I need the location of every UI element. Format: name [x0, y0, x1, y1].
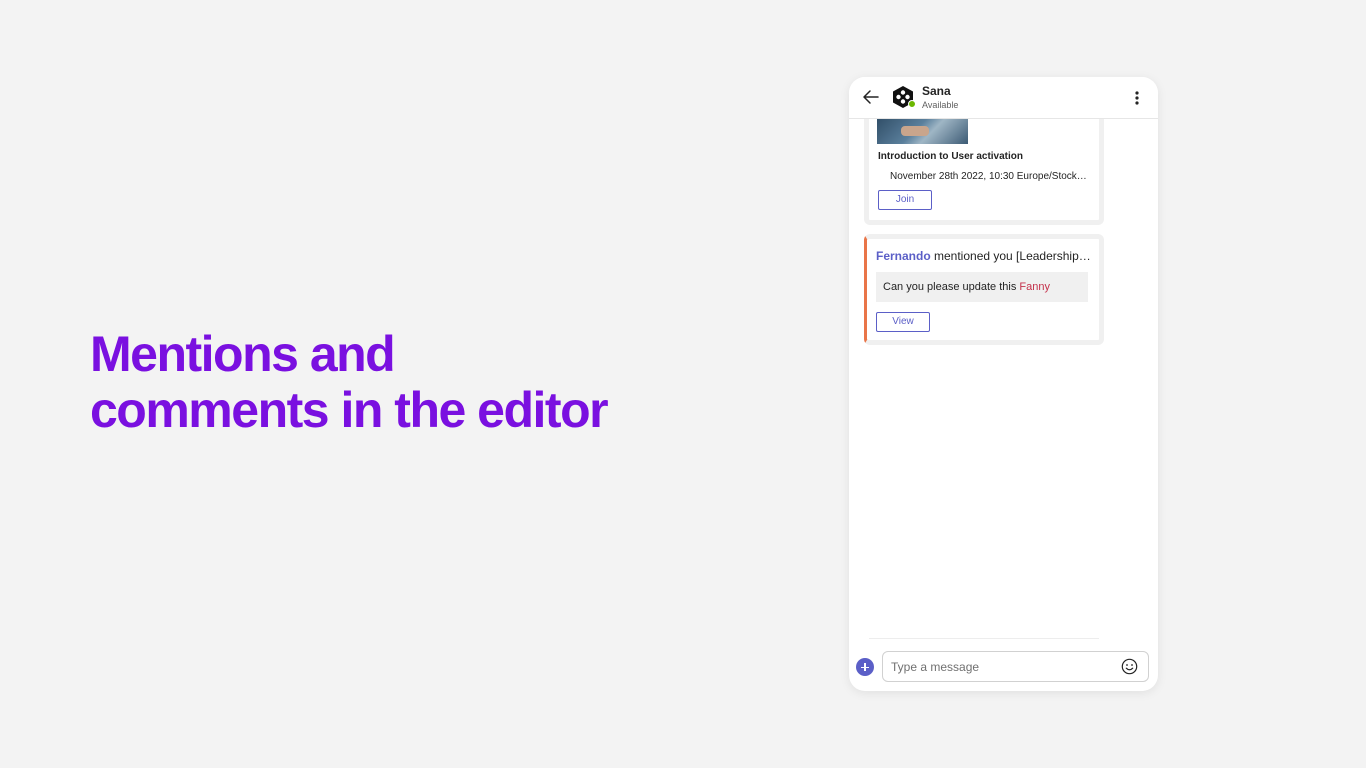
message-composer: [882, 651, 1149, 682]
emoji-icon[interactable]: [1121, 658, 1138, 675]
view-button[interactable]: View: [876, 312, 930, 332]
arrow-left-icon[interactable]: [861, 87, 881, 107]
meeting-title: Introduction to User activation: [878, 151, 1024, 162]
compose-divider: [869, 638, 1099, 639]
plus-circle-icon[interactable]: [856, 658, 874, 676]
quote-mention: Fanny: [1019, 281, 1050, 293]
mention-quote: Can you please update this Fanny: [876, 272, 1088, 302]
mention-text: mentioned you [Leadership meeting]: [934, 249, 1092, 263]
chat-header: Sana Available: [849, 77, 1158, 119]
join-button[interactable]: Join: [878, 190, 932, 210]
contact-name: Sana: [922, 84, 951, 98]
presence-available-icon: [908, 100, 916, 108]
headline-line-1: Mentions and: [90, 326, 396, 382]
meeting-datetime: November 28th 2022, 10:30 Europe/Stockho…: [890, 171, 1090, 182]
quote-text: Can you please update this: [883, 281, 1020, 293]
headline: Mentions and comments in the editor: [90, 326, 650, 438]
meeting-card: Introduction to User activation November…: [864, 107, 1104, 225]
headline-line-2: comments in the editor: [90, 382, 609, 438]
chat-window: Introduction to User activation November…: [849, 77, 1158, 691]
mentioner-name[interactable]: Fernando: [876, 249, 931, 263]
contact-status: Available: [922, 100, 959, 110]
message-input[interactable]: [891, 652, 1111, 681]
mention-summary: Fernando mentioned you [Leadership meeti…: [876, 249, 1092, 263]
more-vertical-icon[interactable]: [1129, 88, 1145, 108]
mention-card: Fernando mentioned you [Leadership meeti…: [864, 234, 1104, 345]
